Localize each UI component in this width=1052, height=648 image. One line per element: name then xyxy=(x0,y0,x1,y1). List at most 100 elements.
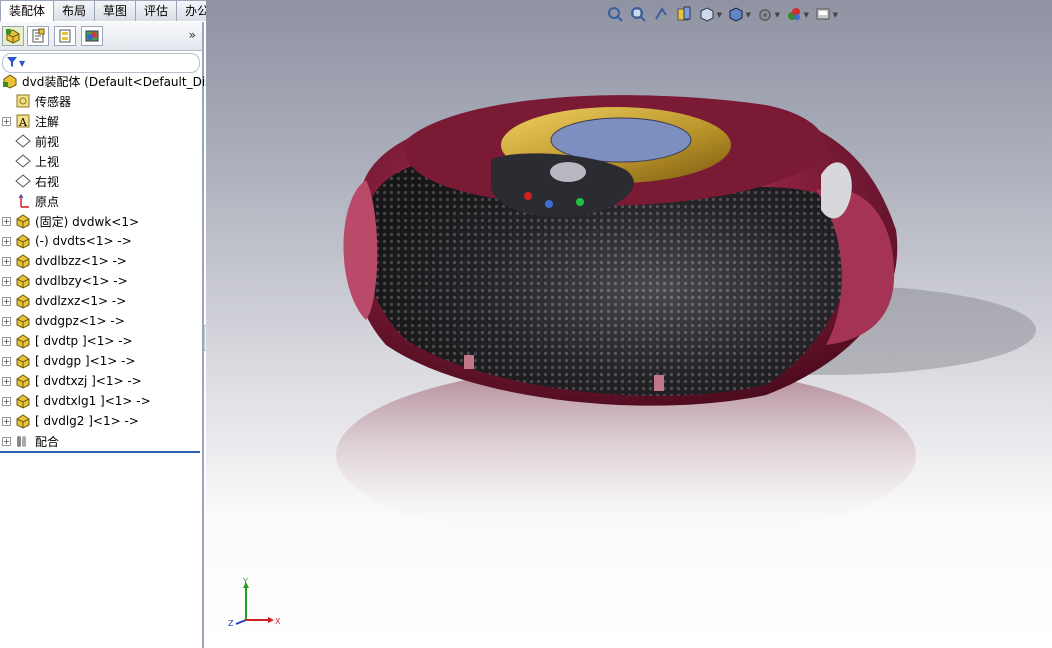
tree-item-label: 前视 xyxy=(35,134,60,149)
tree-item-label: [ dvdtp ]<1> -> xyxy=(35,334,133,348)
expand-toggle-icon[interactable]: + xyxy=(2,376,11,386)
configuration-manager-icon[interactable] xyxy=(54,26,76,46)
tree-filter[interactable]: ▼ xyxy=(2,53,200,73)
tree-end-marker xyxy=(0,451,200,453)
part-icon xyxy=(15,233,31,249)
tree-item[interactable]: + [ dvdtp ]<1> -> xyxy=(0,331,202,351)
feature-manager-icon[interactable] xyxy=(2,26,24,46)
tree-item-label: 传感器 xyxy=(35,94,72,109)
tree-item-label: dvdlzxz<1> -> xyxy=(35,294,127,308)
part-icon xyxy=(15,273,31,289)
tree-item-label: dvdlbzz<1> -> xyxy=(35,254,127,268)
part-icon xyxy=(15,253,31,269)
hide-show-icon[interactable]: ▼ xyxy=(756,5,780,23)
graphics-viewport[interactable]: ▼ ▼ ▼ ▼ ▼ Y X Z xyxy=(206,0,1052,648)
tree-item-label: (固定) dvdwk<1> xyxy=(35,214,140,229)
feature-manager-panel: » ▼ dvd装配体 (Default<Default_Dis 传感器 + A 注解前… xyxy=(0,22,211,648)
tree-item[interactable]: + 配合 xyxy=(0,431,202,451)
tree-item[interactable]: + dvdlzxz<1> -> xyxy=(0,291,202,311)
expand-toggle-icon[interactable]: + xyxy=(2,116,11,126)
panel-tab-bar: » xyxy=(0,22,202,51)
plane-icon xyxy=(15,133,31,149)
mates-icon xyxy=(15,433,31,449)
scene-icon[interactable]: ▼ xyxy=(814,5,838,23)
tab-layout[interactable]: 布局 xyxy=(53,0,96,21)
plane-icon xyxy=(15,153,31,169)
zoom-to-fit-icon[interactable] xyxy=(606,5,624,23)
annotation-icon: A xyxy=(15,113,31,129)
tree-item[interactable]: + A 注解 xyxy=(0,111,202,131)
tree-item-label: 原点 xyxy=(35,194,60,209)
appearance-icon[interactable]: ▼ xyxy=(785,5,809,23)
tree-item[interactable]: 右视 xyxy=(0,171,202,191)
part-icon xyxy=(15,353,31,369)
expand-toggle-icon[interactable]: + xyxy=(2,436,11,446)
part-icon xyxy=(15,413,31,429)
part-icon xyxy=(15,333,31,349)
tree-item-label: [ dvdlg2 ]<1> -> xyxy=(35,414,139,428)
tree-item-label: 右视 xyxy=(35,174,60,189)
coordinate-triad: Y X Z xyxy=(228,578,281,628)
tree-item[interactable]: + dvdlbzz<1> -> xyxy=(0,251,202,271)
sensor-icon xyxy=(15,93,31,109)
zoom-area-icon[interactable] xyxy=(629,5,647,23)
expand-toggle-icon[interactable]: + xyxy=(2,336,11,346)
tree-item[interactable]: 传感器 xyxy=(0,91,202,111)
expand-toggle-icon[interactable]: + xyxy=(2,216,11,226)
expand-toggle-icon[interactable]: + xyxy=(2,316,11,326)
tree-item[interactable]: + [ dvdgp ]<1> -> xyxy=(0,351,202,371)
chevron-down-icon: ▼ xyxy=(19,58,26,68)
tree-root[interactable]: dvd装配体 (Default<Default_Dis xyxy=(2,71,211,91)
part-icon xyxy=(15,393,31,409)
expand-panel-button[interactable]: » xyxy=(189,28,196,42)
display-style-icon[interactable]: ▼ xyxy=(727,5,751,23)
expand-toggle-icon[interactable]: + xyxy=(2,296,11,306)
property-manager-icon[interactable] xyxy=(27,26,49,46)
tree-item[interactable]: + [ dvdlg2 ]<1> -> xyxy=(0,411,202,431)
assembly-icon xyxy=(2,73,18,89)
expand-toggle-icon[interactable]: + xyxy=(2,276,11,286)
section-view-icon[interactable] xyxy=(675,5,693,23)
part-icon xyxy=(15,213,31,229)
tree-item[interactable]: + [ dvdtxzj ]<1> -> xyxy=(0,371,202,391)
previous-view-icon[interactable] xyxy=(652,5,670,23)
tree-item-label: dvdgpz<1> -> xyxy=(35,314,125,328)
part-icon xyxy=(15,373,31,389)
tree-item-label: 注解 xyxy=(35,114,60,129)
tree-item-label: 上视 xyxy=(35,154,60,169)
part-icon xyxy=(15,313,31,329)
tree-item-label: [ dvdgp ]<1> -> xyxy=(35,354,136,368)
filter-icon xyxy=(7,56,17,70)
tab-assembly[interactable]: 装配体 xyxy=(0,0,55,22)
tree-item[interactable]: + (-) dvdts<1> -> xyxy=(0,231,202,251)
tree-item[interactable]: + dvdlbzy<1> -> xyxy=(0,271,202,291)
tree-item[interactable]: + [ dvdtxlg1 ]<1> -> xyxy=(0,391,202,411)
dvd-player-model xyxy=(336,95,1036,545)
tree-item-label: 配合 xyxy=(35,434,60,449)
expand-toggle-icon[interactable]: + xyxy=(2,236,11,246)
expand-toggle-icon[interactable]: + xyxy=(2,416,11,426)
tree-item[interactable]: 上视 xyxy=(0,151,202,171)
heads-up-view-toolbar: ▼ ▼ ▼ ▼ ▼ xyxy=(606,4,838,24)
axis-z-label: Z xyxy=(228,619,234,628)
expand-toggle-icon[interactable]: + xyxy=(2,356,11,366)
display-manager-icon[interactable] xyxy=(81,26,103,46)
origin-icon xyxy=(15,193,31,209)
tab-sketch[interactable]: 草图 xyxy=(94,0,137,21)
expand-toggle-icon[interactable]: + xyxy=(2,256,11,266)
tree-item-label: [ dvdtxlg1 ]<1> -> xyxy=(35,394,151,408)
tree-item[interactable]: + dvdgpz<1> -> xyxy=(0,311,202,331)
tree-root-label: dvd装配体 (Default<Default_Dis xyxy=(22,74,212,89)
axis-x-label: X xyxy=(275,617,281,626)
tab-evaluate[interactable]: 评估 xyxy=(135,0,178,21)
axis-y-label: Y xyxy=(242,578,248,586)
view-orientation-icon[interactable]: ▼ xyxy=(698,5,722,23)
tree-item-label: [ dvdtxzj ]<1> -> xyxy=(35,374,142,388)
expand-toggle-icon[interactable]: + xyxy=(2,396,11,406)
svg-text:A: A xyxy=(18,116,28,129)
tree-item[interactable]: 前视 xyxy=(0,131,202,151)
part-icon xyxy=(15,293,31,309)
tree-item[interactable]: 原点 xyxy=(0,191,202,211)
tree-item-label: (-) dvdts<1> -> xyxy=(35,234,132,248)
tree-item[interactable]: + (固定) dvdwk<1> xyxy=(0,211,202,231)
